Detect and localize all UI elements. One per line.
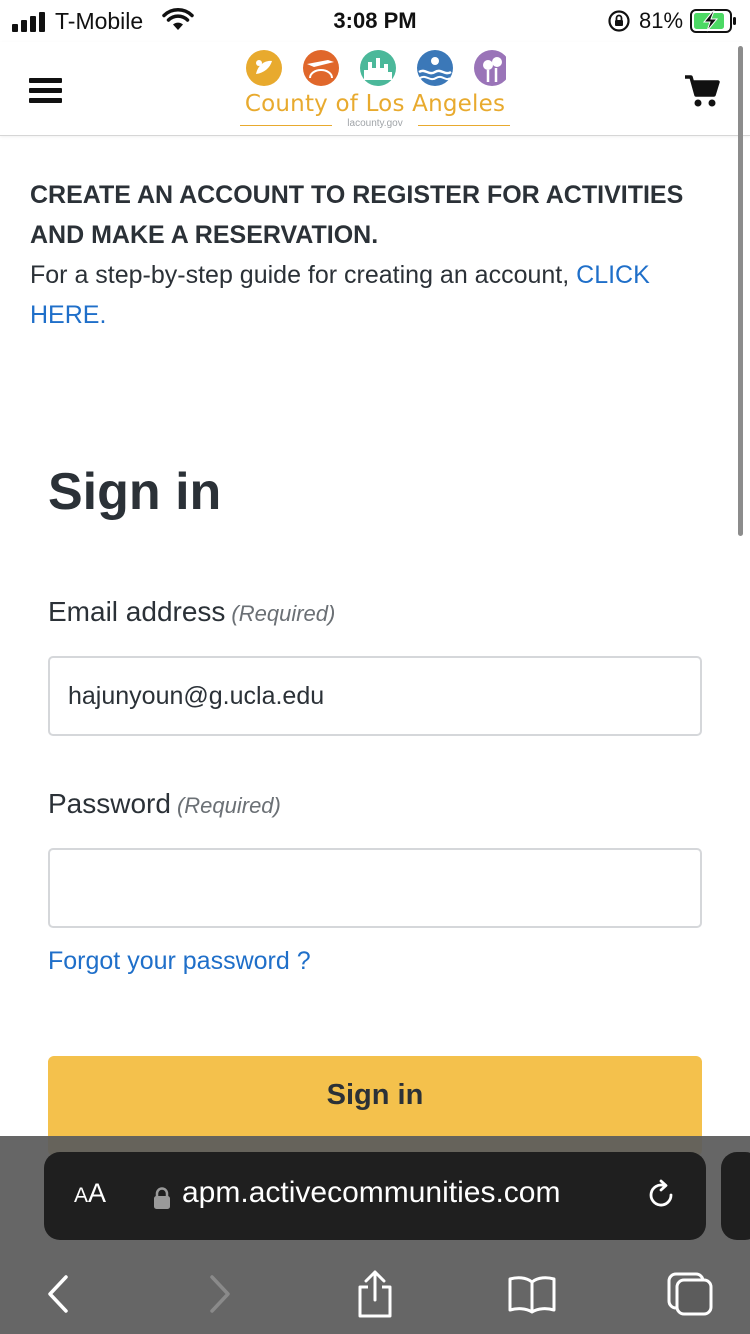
email-required-hint: (Required) [231,601,336,626]
notice-heading: CREATE AN ACCOUNT TO REGISTER FOR ACTIVI… [30,181,684,249]
chevron-left-icon [48,1275,68,1313]
share-icon [358,1270,392,1318]
browser-bottom-bar: AA apm.activecommunities.com [0,1136,750,1334]
notice-text: For a step-by-step guide for creating an… [30,255,720,335]
reader-aa-button[interactable]: AA [74,1178,106,1209]
tabs-icon [667,1272,713,1316]
next-tab-address-bar[interactable] [721,1152,750,1240]
chevron-right-icon [210,1275,230,1313]
password-input[interactable] [48,848,702,928]
orientation-lock-icon [608,10,630,32]
clock: 3:08 PM [333,8,417,33]
book-icon [508,1276,556,1314]
notice-body: For a step-by-step guide for creating an… [30,261,577,289]
password-required-hint: (Required) [176,793,281,818]
county-logo[interactable]: County of Los Angeles lacounty.gov [240,48,510,132]
logo-subtitle: lacounty.gov [347,118,403,129]
email-label-text: Email address [48,596,226,627]
address-bar[interactable]: AA apm.activecommunities.com [44,1152,706,1240]
tabs-button[interactable] [660,1266,720,1322]
share-button[interactable] [345,1266,405,1322]
page-scrollbar[interactable] [738,46,743,536]
battery-charging-icon [690,9,736,33]
forgot-password-link[interactable]: Forgot your password ? [48,947,311,976]
status-bar: T-Mobile 3:08 PM 81% [0,0,750,42]
logo-title: County of Los Angeles [244,91,506,117]
url-text[interactable]: apm.activecommunities.com [182,1176,560,1210]
notice-trailing: . [99,301,107,329]
browser-toolbar [0,1266,750,1322]
password-label: Password (Required) [48,788,281,820]
email-input[interactable] [48,656,702,736]
bookmarks-button[interactable] [502,1266,562,1322]
logo-emblems [246,50,506,86]
shopping-cart-icon[interactable] [684,74,720,108]
battery-percent: 81% [639,8,684,33]
email-label: Email address (Required) [48,596,335,628]
back-button[interactable] [28,1266,88,1322]
account-notice: CREATE AN ACCOUNT TO REGISTER FOR ACTIVI… [30,175,720,335]
lock-icon [154,1187,170,1209]
reload-icon[interactable] [644,1178,678,1212]
logo-subtitle-row: lacounty.gov [240,118,510,132]
hamburger-menu-icon[interactable] [29,78,62,103]
password-label-text: Password [48,788,171,819]
site-header: County of Los Angeles lacounty.gov [0,42,750,136]
forward-button[interactable] [190,1266,250,1322]
signin-title: Sign in [48,463,222,521]
